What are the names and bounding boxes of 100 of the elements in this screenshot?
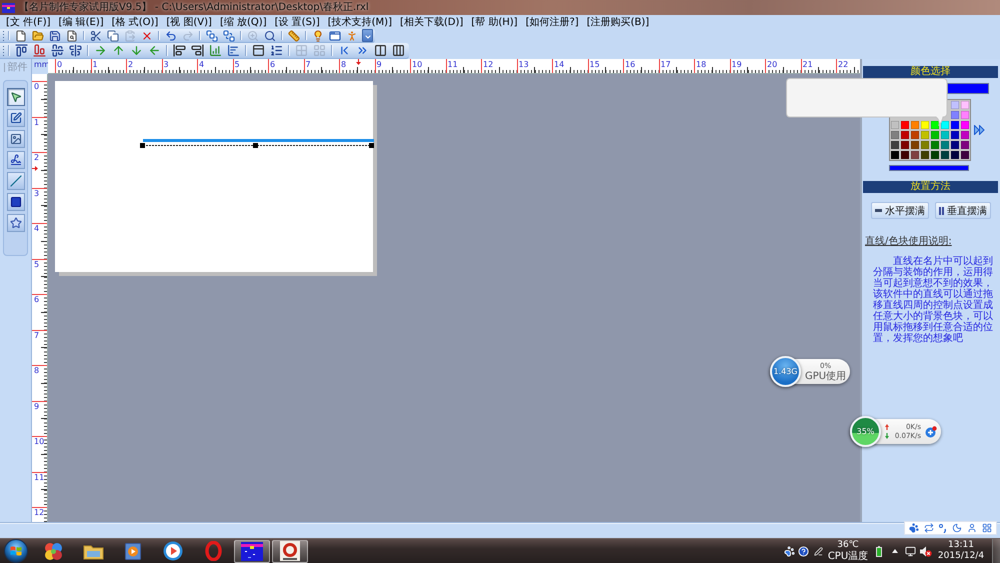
send-to-back-icon[interactable] [222,30,234,42]
menu-item[interactable]: [如何注册?] [522,16,583,28]
menu-item[interactable]: [格 式(O)] [108,16,162,28]
menu-item[interactable]: [编 辑(E)] [54,16,108,28]
pen-icon[interactable] [814,546,822,556]
tool-button[interactable] [6,193,24,211]
taskbar-app-button[interactable] [234,540,270,562]
menu-item[interactable]: [设 置(S)] [270,16,324,28]
bar-chart-icon[interactable] [226,44,240,57]
lightbulb-icon[interactable] [312,30,324,42]
color-swatch[interactable] [941,141,949,149]
selection-handle[interactable] [140,143,145,148]
menu-item[interactable]: [文 件(F)] [2,16,55,28]
scissors-icon[interactable] [90,30,102,42]
monitor-icon[interactable] [904,546,916,556]
line-shape[interactable] [142,139,374,146]
menu-item[interactable]: [注册购买(B)] [582,16,654,28]
arrow-up-icon[interactable] [112,44,124,57]
color-swatch[interactable] [951,141,959,149]
bring-to-front-icon[interactable] [206,30,218,42]
fill-button[interactable]: 垂直摆满 [935,202,991,219]
color-swatch[interactable] [911,141,919,149]
show-desktop-button[interactable] [992,539,1000,563]
selection-handle[interactable] [369,143,374,148]
tool-button[interactable] [6,88,24,106]
add-icon[interactable] [925,426,937,438]
tool-button[interactable] [6,130,24,148]
caret-up-icon[interactable] [892,549,898,553]
color-swatch[interactable] [951,101,959,109]
color-swatch[interactable] [931,141,939,149]
person-icon[interactable] [346,30,358,42]
align-middle-icon[interactable] [50,44,64,57]
selection-handle[interactable] [253,143,258,148]
arrow-left-icon[interactable] [148,44,160,57]
color-swatch[interactable] [961,131,969,139]
taskbar-app-button[interactable] [272,540,308,562]
color-swatch[interactable] [931,121,939,129]
color-swatch[interactable] [941,151,949,159]
double-chevron-icon[interactable] [356,44,368,57]
color-swatch[interactable] [911,131,919,139]
color-swatch[interactable] [951,121,959,129]
file-search-icon[interactable] [66,30,78,42]
user-icon[interactable] [967,523,977,533]
list-icon[interactable] [270,44,282,57]
arrow-right-icon[interactable] [94,44,106,57]
switch-icon[interactable] [924,523,934,533]
color-swatch[interactable] [891,151,899,159]
help-icon[interactable] [798,546,808,556]
toolbar-options-button[interactable] [362,29,373,42]
color-swatch[interactable] [941,121,949,129]
color-swatch[interactable] [901,151,909,159]
cross-icon[interactable] [140,30,152,42]
color-swatch[interactable] [921,151,929,159]
columns-icon[interactable] [392,44,404,57]
panel-icon[interactable] [252,44,264,57]
undo-icon[interactable] [164,30,176,42]
color-swatch[interactable] [961,141,969,149]
punctuation-icon[interactable] [939,524,947,532]
file-icon[interactable] [14,30,26,42]
color-swatch[interactable] [941,131,949,139]
color-swatch[interactable] [961,111,969,119]
color-swatch[interactable] [931,151,939,159]
color-swatch[interactable] [911,121,919,129]
search-icon[interactable] [264,30,276,42]
tool-button[interactable] [6,151,24,169]
color-swatch[interactable] [901,141,909,149]
start-button[interactable] [4,539,28,563]
color-swatch[interactable] [921,141,929,149]
color-swatch[interactable] [891,121,899,129]
column-chart-icon[interactable] [208,44,222,57]
color-swatch[interactable] [961,121,969,129]
color-swatch[interactable] [961,151,969,159]
color-swatch[interactable] [951,111,959,119]
color-swatch[interactable] [921,121,929,129]
color-swatch[interactable] [891,141,899,149]
color-swatch[interactable] [951,131,959,139]
color-swatch[interactable] [891,131,899,139]
tool-button[interactable] [6,214,24,232]
menu-item[interactable]: [相关下载(D)] [396,16,468,28]
columns-icon[interactable] [374,44,386,57]
paw-icon[interactable] [784,546,794,556]
fill-button[interactable]: 水平摆满 [871,202,929,219]
ruler-icon[interactable] [288,30,300,42]
color-swatch[interactable] [951,151,959,159]
align-left-icon[interactable] [172,44,186,57]
window-icon[interactable] [328,30,340,42]
speaker-muted-icon[interactable] [920,546,932,556]
copy-icon[interactable] [106,30,118,42]
menu-item[interactable]: [视 图(V)] [162,16,216,28]
menu-item[interactable]: [帮 助(H)] [467,16,522,28]
menu-item[interactable]: [技术支持(M)] [324,16,396,28]
color-swatch[interactable] [931,131,939,139]
moon-icon[interactable] [952,523,962,533]
color-swatch[interactable] [911,151,919,159]
arrow-down-icon[interactable] [130,44,142,57]
color-swatch[interactable] [901,131,909,139]
color-swatch[interactable] [921,131,929,139]
align-top-icon[interactable] [14,44,28,57]
folder-icon[interactable] [32,30,44,42]
tool-button[interactable] [6,109,24,127]
